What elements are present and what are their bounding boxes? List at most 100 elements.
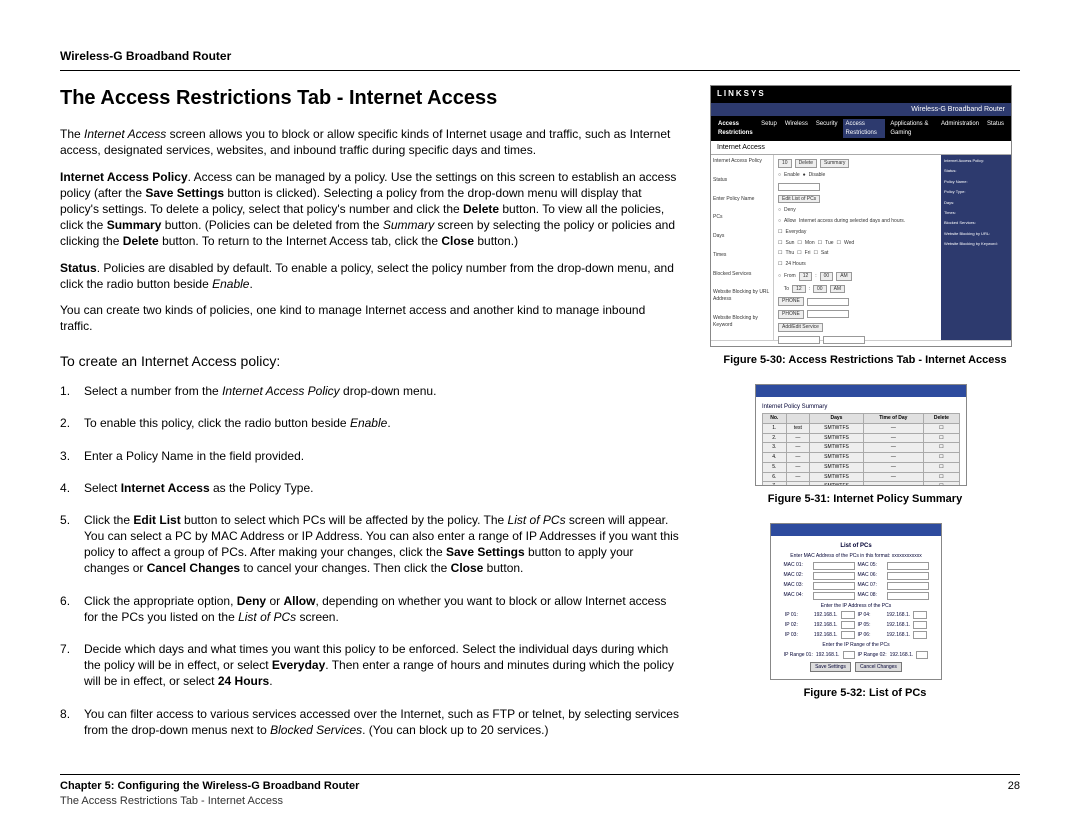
status-enable: Enable: [212, 277, 249, 291]
mock30-tab-1: Wireless: [782, 119, 811, 137]
s1-post: drop-down menu.: [340, 384, 437, 398]
iap-t6: button. To return to the Internet Access…: [159, 234, 442, 248]
mock30-form: 10DeleteSummary ○ Enable ● Disable Edit …: [774, 155, 941, 340]
mock30-tab-6: Status: [984, 119, 1007, 137]
s2-em: Enable: [350, 416, 387, 430]
s7-post: .: [269, 674, 272, 688]
mock30-tabs: Access Restrictions Setup Wireless Secur…: [711, 116, 1011, 140]
s6-em: List of PCs: [238, 610, 296, 624]
step-4: Select Internet Access as the Policy Typ…: [60, 480, 680, 496]
s3-text: Enter a Policy Name in the field provide…: [84, 448, 680, 464]
s1-pre: Select a number from the: [84, 384, 222, 398]
mock32-range-hint: Enter the IP Range of the PCs: [777, 642, 935, 649]
s5-close: Close: [451, 561, 484, 575]
iap-t7: button.): [474, 234, 518, 248]
s2-post: .: [387, 416, 390, 430]
figure-5-30: LINKSYS Wireless-G Broadband Router Acce…: [710, 85, 1020, 368]
s5-t5: button.: [483, 561, 523, 575]
subtitle: To create an Internet Access policy:: [60, 352, 680, 371]
mock32-title: List of PCs: [777, 542, 935, 550]
content-columns: The Access Restrictions Tab - Internet A…: [60, 85, 1020, 754]
step-1: Select a number from the Internet Access…: [60, 383, 680, 399]
mock30-tab-5: Administration: [938, 119, 982, 137]
iap-heading: Internet Access Policy: [60, 170, 188, 184]
mock30-tab-0: Setup: [758, 119, 780, 137]
s4-post: as the Policy Type.: [210, 481, 314, 495]
status-period: .: [249, 277, 252, 291]
iap-summary: Summary: [107, 218, 162, 232]
figure-5-31-image: Internet Policy Summary No.DaysTime of D…: [755, 384, 967, 486]
s5-pre: Click the: [84, 513, 133, 527]
status-paragraph: Status. Policies are disabled by default…: [60, 260, 680, 292]
s8-em: Blocked Services: [270, 723, 362, 737]
iap-save: Save Settings: [145, 186, 224, 200]
iap-delete2: Delete: [123, 234, 159, 248]
s5-edit: Edit List: [133, 513, 180, 527]
figure-5-32-image: List of PCs Enter MAC Address of the PCs…: [770, 523, 942, 680]
mock30-brand: LINKSYS: [711, 86, 1011, 103]
step-8: You can filter access to various service…: [60, 706, 680, 738]
step-5: Click the Edit List button to select whi…: [60, 512, 680, 577]
main-column: The Access Restrictions Tab - Internet A…: [60, 85, 680, 754]
iap-paragraph: Internet Access Policy. Access can be ma…: [60, 169, 680, 250]
mock30-banner: Wireless-G Broadband Router: [711, 103, 1011, 116]
s5-t1: button to select which PCs will be affec…: [181, 513, 508, 527]
intro-em: Internet Access: [84, 127, 166, 141]
s4-pre: Select: [84, 481, 121, 495]
figure-5-31: Internet Policy Summary No.DaysTime of D…: [710, 384, 1020, 507]
page-footer: Chapter 5: Configuring the Wireless-G Br…: [60, 774, 1020, 809]
step-6: Click the appropriate option, Deny or Al…: [60, 593, 680, 625]
figure-5-30-image: LINKSYS Wireless-G Broadband Router Acce…: [710, 85, 1012, 347]
header-rule: [60, 70, 1020, 71]
mock30-tips: Internet Access Policy: Status: Policy N…: [941, 155, 1011, 340]
step-7: Decide which days and what times you wan…: [60, 641, 680, 690]
iap-close: Close: [441, 234, 474, 248]
mock32-ip-hint: Enter the IP Address of the PCs: [777, 603, 935, 610]
status-heading: Status: [60, 261, 97, 275]
figure-5-31-caption: Figure 5-31: Internet Policy Summary: [710, 492, 1020, 507]
intro-paragraph: The Internet Access screen allows you to…: [60, 126, 680, 158]
s7-every: Everyday: [272, 658, 325, 672]
s6-pre: Click the appropriate option,: [84, 594, 237, 608]
iap-delete: Delete: [463, 202, 499, 216]
s8-post: . (You can block up to 20 services.): [362, 723, 548, 737]
s4-b: Internet Access: [121, 481, 210, 495]
figure-5-32-caption: Figure 5-32: List of PCs: [710, 686, 1020, 701]
iap-summary-em: Summary: [383, 218, 434, 232]
figure-5-32: List of PCs Enter MAC Address of the PCs…: [710, 523, 1020, 701]
s1-em: Internet Access Policy: [222, 384, 340, 398]
page-title: The Access Restrictions Tab - Internet A…: [60, 85, 680, 112]
iap-t4: button. (Policies can be deleted from th…: [161, 218, 382, 232]
s5-save: Save Settings: [446, 545, 525, 559]
s2-pre: To enable this policy, click the radio b…: [84, 416, 350, 430]
mock30-tab-3: Access Restrictions: [843, 119, 886, 137]
step-3: Enter a Policy Name in the field provide…: [60, 448, 680, 464]
page-header: Wireless-G Broadband Router: [60, 48, 1020, 64]
footer-page-number: 28: [1008, 779, 1020, 809]
s6-post: screen.: [296, 610, 339, 624]
sidebar-column: LINKSYS Wireless-G Broadband Router Acce…: [710, 85, 1020, 754]
s5-t4: to cancel your changes. Then click the: [240, 561, 451, 575]
footer-chapter: Chapter 5: Configuring the Wireless-G Br…: [60, 780, 359, 792]
s7-24: 24 Hours: [218, 674, 269, 688]
mock31-table: No.DaysTime of DayDelete 1.testSMTWTFS—☐…: [762, 413, 960, 486]
status-body: . Policies are disabled by default. To e…: [60, 261, 674, 291]
steps-list: Select a number from the Internet Access…: [60, 383, 680, 738]
mock32-mac-hint: Enter MAC Address of the PCs in this for…: [777, 553, 935, 560]
s6-allow: Allow: [283, 594, 315, 608]
s6-mid: or: [266, 594, 283, 608]
mock30-tab-4: Applications & Gaming: [887, 119, 936, 137]
mock30-left-title: Access Restrictions: [715, 119, 756, 137]
mock31-title: Internet Policy Summary: [762, 403, 960, 411]
two-kinds-paragraph: You can create two kinds of policies, on…: [60, 302, 680, 334]
mock30-subtab: Internet Access: [711, 141, 1011, 155]
s6-deny: Deny: [237, 594, 266, 608]
figure-5-30-caption: Figure 5-30: Access Restrictions Tab - I…: [710, 353, 1020, 368]
intro-pre: The: [60, 127, 84, 141]
footer-section: The Access Restrictions Tab - Internet A…: [60, 794, 359, 809]
step-2: To enable this policy, click the radio b…: [60, 415, 680, 431]
s5-cancel: Cancel Changes: [147, 561, 240, 575]
mock30-tab-2: Security: [813, 119, 841, 137]
mock30-labels: Internet Access Policy Status Enter Poli…: [711, 155, 774, 340]
s5-em: List of PCs: [508, 513, 566, 527]
